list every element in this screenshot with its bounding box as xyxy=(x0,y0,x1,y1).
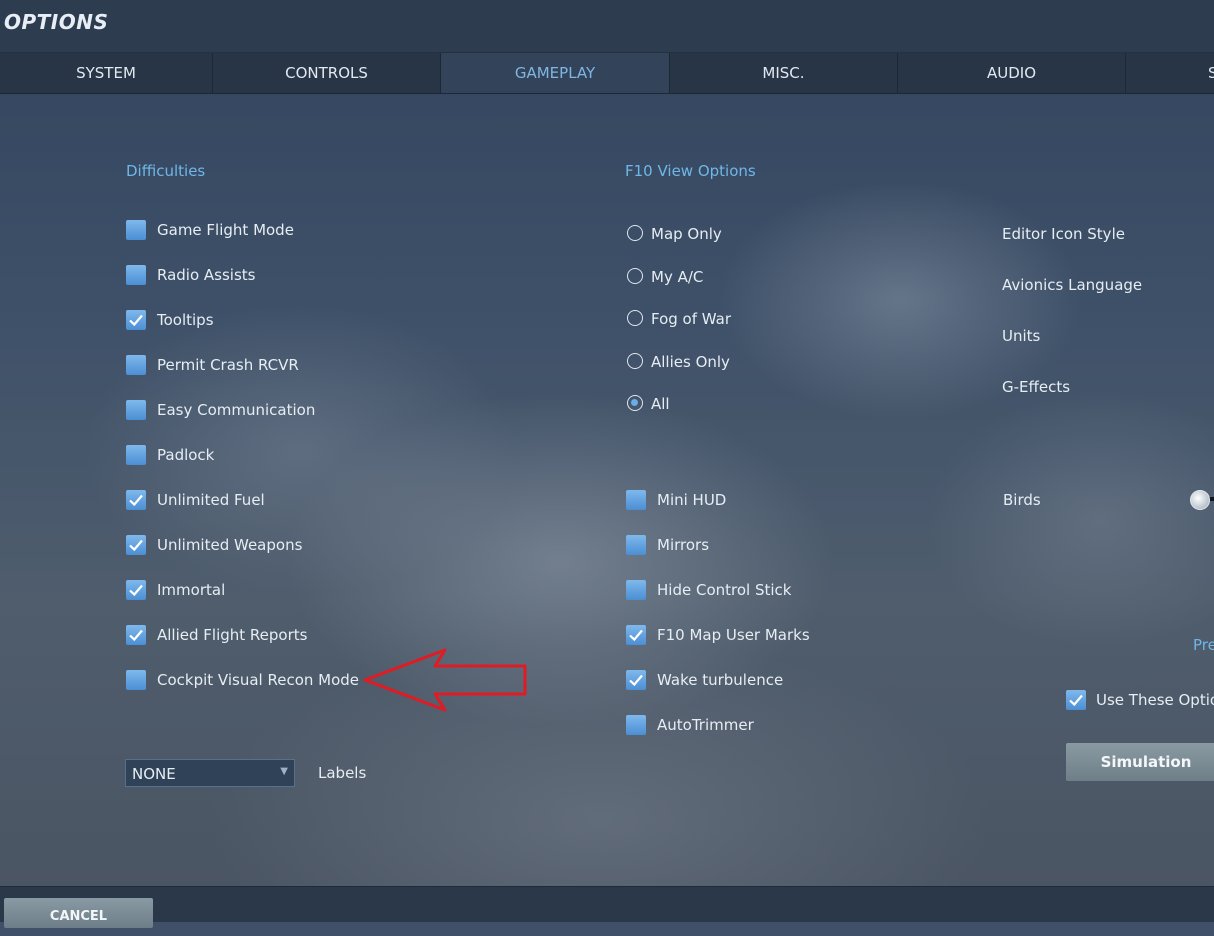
radio-label: Fog of War xyxy=(651,310,732,328)
checkmark-icon xyxy=(1069,694,1083,707)
checkbox-box xyxy=(126,580,146,600)
checkbox-label: Mirrors xyxy=(657,536,710,554)
labels-label: Labels xyxy=(318,764,367,782)
checkbox-label: Hide Control Stick xyxy=(657,581,792,599)
avionics-language-label: Avionics Language xyxy=(1002,276,1143,294)
checkbox-label: Mini HUD xyxy=(657,491,727,509)
tab-gameplay[interactable]: GAMEPLAY xyxy=(441,53,670,93)
editor-icon-style-label: Editor Icon Style xyxy=(1002,225,1125,243)
checkmark-icon xyxy=(129,314,143,327)
checkmark-icon xyxy=(129,494,143,507)
title-bar: OPTIONS xyxy=(0,0,1214,53)
tab-controls[interactable]: CONTROLS xyxy=(213,53,441,93)
bottom-bar xyxy=(0,886,1214,922)
checkbox-label: Permit Crash RCVR xyxy=(157,356,299,374)
checkbox-label: Immortal xyxy=(157,581,226,599)
checkbox-label: Easy Communication xyxy=(157,401,316,419)
radio-label: All xyxy=(651,395,670,413)
checkbox-box xyxy=(126,220,146,240)
checkbox-label: Unlimited Fuel xyxy=(157,491,265,509)
checkmark-icon xyxy=(129,629,143,642)
radio-circle xyxy=(627,225,643,241)
checkbox-box xyxy=(126,535,146,555)
checkbox-box xyxy=(126,355,146,375)
radio-dot xyxy=(631,399,638,406)
checkbox-label: Tooltips xyxy=(157,311,214,329)
g-effects-label: G-Effects xyxy=(1002,378,1071,396)
chevron-down-icon: ▼ xyxy=(280,766,288,777)
checkmark-icon xyxy=(629,629,643,642)
tab-audio[interactable]: AUDIO xyxy=(898,53,1126,93)
f10-view-options-title: F10 View Options xyxy=(625,162,756,180)
tab-special[interactable]: S xyxy=(1126,53,1214,93)
checkmark-icon xyxy=(129,584,143,597)
checkbox-box xyxy=(126,400,146,420)
labels-dropdown-value: NONE xyxy=(132,765,176,783)
simulation-button[interactable]: Simulation xyxy=(1066,743,1214,781)
checkbox-box xyxy=(626,625,646,645)
checkbox-label: AutoTrimmer xyxy=(657,716,754,734)
birds-label: Birds xyxy=(1003,491,1041,509)
checkbox-label: Radio Assists xyxy=(157,266,256,284)
checkmark-icon xyxy=(129,539,143,552)
checkbox-box xyxy=(126,490,146,510)
checkbox-box xyxy=(626,580,646,600)
radio-circle xyxy=(627,352,643,369)
use-these-options-label: Use These Optio xyxy=(1096,691,1214,709)
checkbox-label: F10 Map User Marks xyxy=(657,626,810,644)
radio-label: Allies Only xyxy=(651,352,730,371)
radio-circle xyxy=(627,395,643,411)
radio-circle xyxy=(627,267,643,284)
checkbox-box xyxy=(626,670,646,690)
radio-label: My A/C xyxy=(651,267,704,286)
cancel-button[interactable]: CANCEL xyxy=(4,898,153,928)
checkmark-icon xyxy=(629,674,643,687)
radio-circle xyxy=(627,310,643,326)
checkbox-box xyxy=(126,670,146,690)
checkbox-box xyxy=(126,625,146,645)
checkbox-label: Game Flight Mode xyxy=(157,221,294,239)
checkbox-box xyxy=(126,265,146,285)
presets-label: Pre xyxy=(1193,636,1214,654)
checkbox-box xyxy=(1066,690,1086,710)
birds-slider-knob[interactable] xyxy=(1190,490,1210,510)
checkbox-label: Padlock xyxy=(157,446,215,464)
checkbox-box xyxy=(626,715,646,735)
checkbox-box xyxy=(626,535,646,555)
checkbox-box xyxy=(126,310,146,330)
labels-dropdown[interactable]: NONE ▼ xyxy=(125,759,295,787)
checkbox-box xyxy=(126,445,146,465)
tab-bar: SYSTEM CONTROLS GAMEPLAY MISC. AUDIO S xyxy=(0,53,1214,94)
checkbox-box xyxy=(626,490,646,510)
tab-system[interactable]: SYSTEM xyxy=(0,53,213,93)
annotation-arrow-icon xyxy=(363,648,527,712)
difficulties-title: Difficulties xyxy=(126,162,206,180)
checkbox-label: Cockpit Visual Recon Mode xyxy=(157,671,360,689)
radio-label: Map Only xyxy=(651,225,722,243)
units-label: Units xyxy=(1002,327,1041,345)
tab-misc[interactable]: MISC. xyxy=(670,53,898,93)
checkbox-label: Unlimited Weapons xyxy=(157,536,303,554)
checkbox-label: Allied Flight Reports xyxy=(157,626,308,644)
window-title: OPTIONS xyxy=(4,10,109,34)
checkbox-label: Wake turbulence xyxy=(657,671,784,689)
